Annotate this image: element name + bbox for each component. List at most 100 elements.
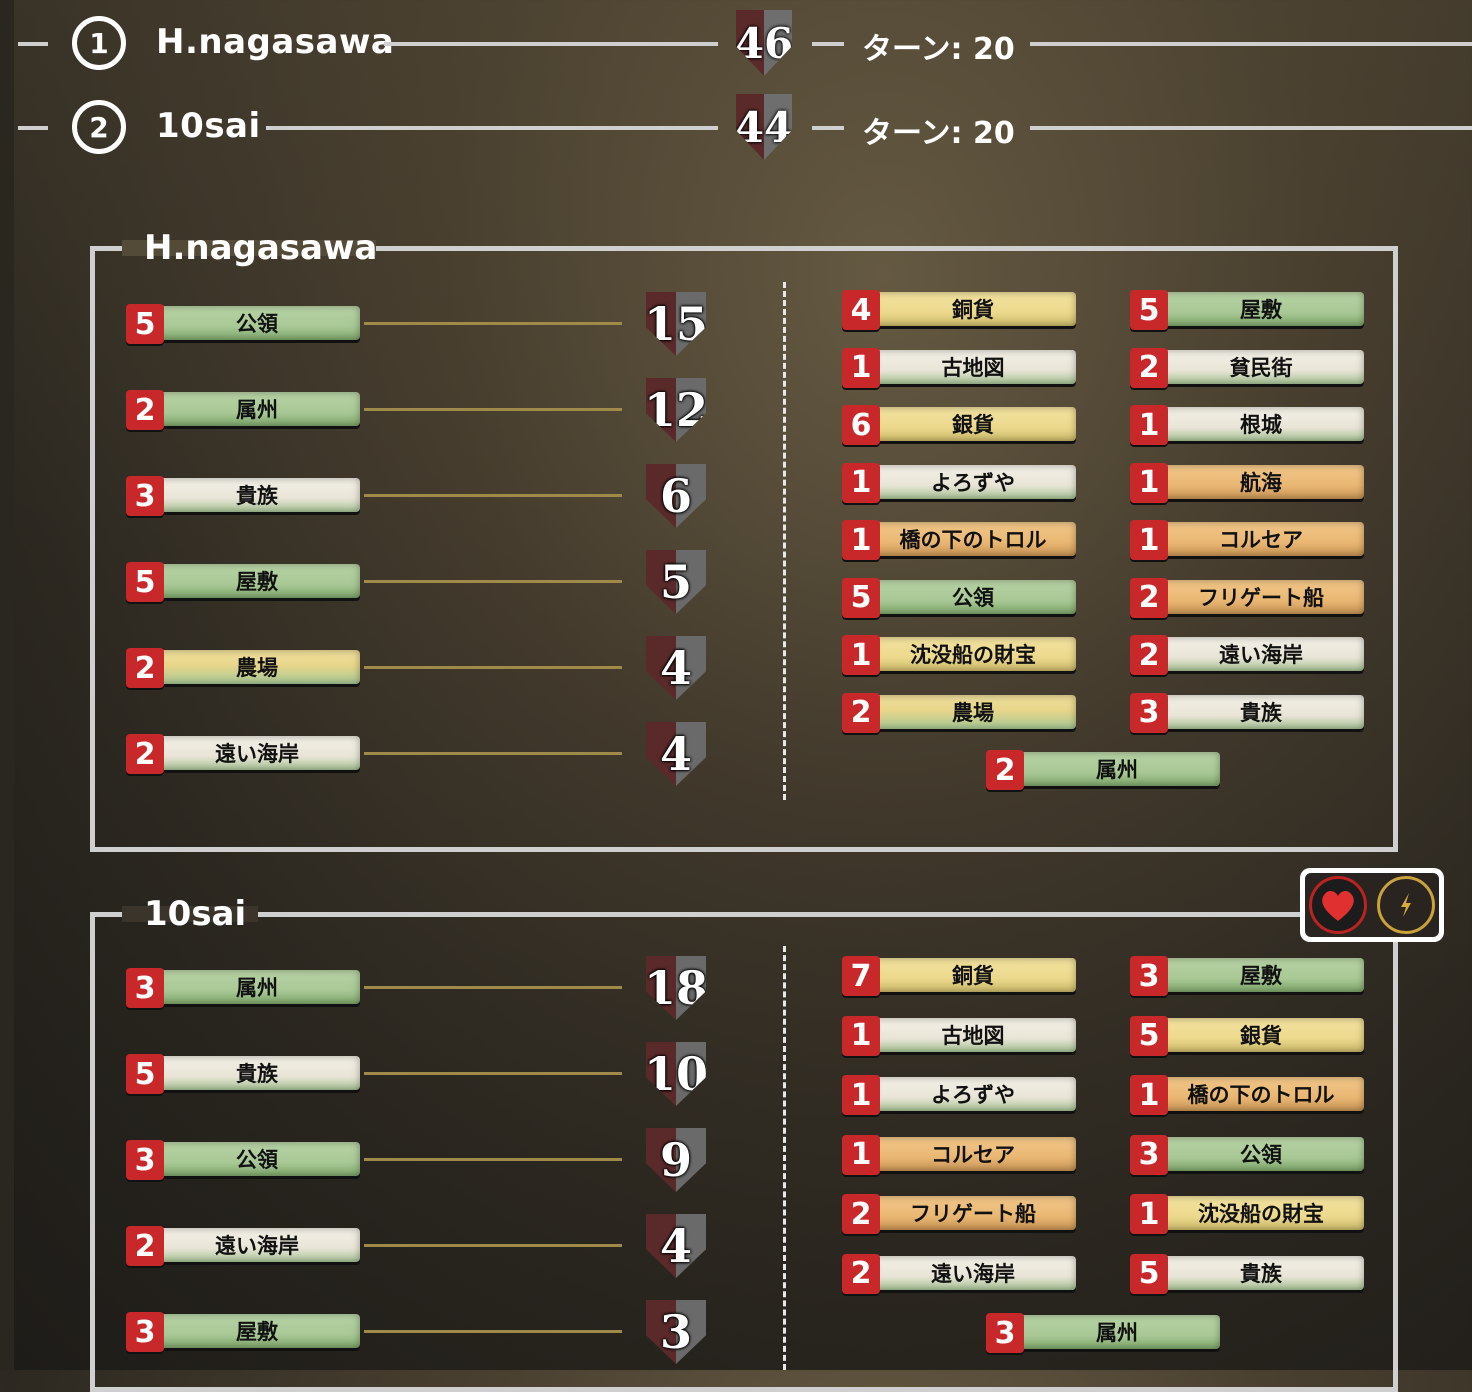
card-stack[interactable]: コルセア 1: [842, 1134, 1078, 1175]
card-name: 属州: [1014, 752, 1220, 786]
panel-title: H.nagasawa: [144, 228, 378, 268]
turn-count: ターン: 20: [862, 116, 1015, 151]
leader-line: [364, 408, 622, 411]
card-name: 古地図: [870, 349, 1076, 384]
card-name: 貴族: [154, 1056, 360, 1090]
card-stack[interactable]: フリゲート船 2: [842, 1194, 1078, 1234]
card-count: 1: [842, 1015, 880, 1056]
card-count: 1: [1130, 520, 1168, 560]
card-name: 貧民街: [1158, 349, 1364, 384]
card-stack[interactable]: 屋敷 5: [126, 562, 362, 602]
turn-count: ターン: 20: [862, 32, 1015, 67]
card-count: 2: [842, 1253, 880, 1294]
card-count: 2: [126, 1226, 164, 1266]
card-count: 4: [842, 290, 880, 330]
card-stack[interactable]: 貴族 5: [126, 1054, 362, 1094]
card-stack[interactable]: 貴族 5: [1130, 1253, 1366, 1294]
card-name: 古地図: [870, 1017, 1076, 1052]
divider: [18, 126, 48, 130]
card-count: 1: [842, 1134, 880, 1175]
total-score-shield: 44: [736, 94, 792, 160]
card-name: 属州: [154, 392, 360, 426]
card-stack[interactable]: 公領 5: [842, 577, 1078, 618]
card-count: 2: [126, 734, 164, 774]
card-stack[interactable]: 公領 5: [126, 304, 362, 344]
card-stack[interactable]: 貴族 3: [1130, 692, 1366, 733]
card-stack[interactable]: 銀貨 5: [1130, 1015, 1366, 1056]
card-count: 2: [1130, 577, 1168, 618]
card-name: 橋の下のトロル: [1158, 1077, 1364, 1111]
divider: [812, 42, 844, 46]
rank-badge: 1: [72, 16, 126, 70]
card-stack[interactable]: フリゲート船 2: [1130, 577, 1366, 618]
card-count: 5: [842, 577, 880, 618]
card-stack[interactable]: 属州 2: [126, 390, 362, 430]
card-stack[interactable]: 橋の下のトロル 1: [842, 520, 1078, 560]
column-divider: [783, 282, 786, 800]
card-stack[interactable]: 公領 3: [1130, 1134, 1366, 1175]
lightning-icon[interactable]: [1377, 876, 1435, 934]
card-count: 2: [842, 692, 880, 733]
card-count: 2: [126, 390, 164, 430]
card-stack[interactable]: 古地図 1: [842, 347, 1078, 388]
card-stack[interactable]: 農場 2: [842, 692, 1078, 733]
card-count: 6: [842, 405, 880, 445]
card-name: 屋敷: [154, 564, 360, 598]
card-name: 沈没船の財宝: [870, 637, 1076, 671]
card-stack[interactable]: 遠い海岸 2: [126, 1226, 362, 1266]
card-name: 遠い海岸: [154, 736, 360, 770]
heart-icon[interactable]: [1309, 876, 1367, 934]
card-stack[interactable]: 航海 1: [1130, 462, 1366, 503]
card-name: 公領: [154, 306, 360, 340]
card-count: 5: [126, 1054, 164, 1094]
card-stack[interactable]: よろずや 1: [842, 462, 1078, 503]
card-name: 橋の下のトロル: [870, 522, 1076, 556]
card-name: フリゲート船: [1158, 579, 1364, 614]
card-stack[interactable]: 属州 3: [986, 1313, 1222, 1353]
card-name: 屋敷: [1158, 958, 1364, 992]
card-stack[interactable]: 屋敷 3: [1130, 956, 1366, 996]
card-stack[interactable]: 銅貨 4: [842, 290, 1078, 330]
card-stack[interactable]: 沈没船の財宝 1: [842, 635, 1078, 675]
card-stack[interactable]: 銅貨 7: [842, 956, 1078, 996]
card-stack[interactable]: 沈没船の財宝 1: [1130, 1194, 1366, 1234]
card-name: 農場: [154, 650, 360, 684]
player-name: 10sai: [156, 106, 261, 146]
card-stack[interactable]: 属州 2: [986, 750, 1222, 790]
card-name: 公領: [870, 579, 1076, 614]
divider: [1030, 126, 1472, 130]
card-name: 航海: [1158, 464, 1364, 499]
card-count: 3: [1130, 956, 1168, 996]
card-stack[interactable]: コルセア 1: [1130, 520, 1366, 560]
card-name: 遠い海岸: [1158, 637, 1364, 671]
card-count: 3: [986, 1313, 1024, 1353]
card-count: 1: [1130, 1075, 1168, 1115]
card-name: 銀貨: [870, 407, 1076, 441]
card-stack[interactable]: 根城 1: [1130, 405, 1366, 445]
card-count: 3: [126, 476, 164, 516]
card-stack[interactable]: 遠い海岸 2: [1130, 635, 1366, 675]
card-stack[interactable]: 遠い海岸 2: [842, 1253, 1078, 1294]
card-stack[interactable]: 橋の下のトロル 1: [1130, 1075, 1366, 1115]
card-stack[interactable]: 属州 3: [126, 968, 362, 1008]
leader-line: [364, 666, 622, 669]
card-stack[interactable]: 公領 3: [126, 1140, 362, 1180]
card-stack[interactable]: よろずや 1: [842, 1075, 1078, 1115]
card-stack[interactable]: 屋敷 5: [1130, 290, 1366, 330]
card-stack[interactable]: 遠い海岸 2: [126, 734, 362, 774]
leader-line: [364, 322, 622, 325]
card-count: 2: [986, 750, 1024, 790]
card-stack[interactable]: 農場 2: [126, 648, 362, 688]
card-stack[interactable]: 古地図 1: [842, 1015, 1078, 1056]
card-stack[interactable]: 貴族 3: [126, 476, 362, 516]
action-icons: [1300, 868, 1444, 942]
card-stack[interactable]: 屋敷 3: [126, 1312, 362, 1352]
leader-line: [364, 1244, 622, 1247]
divider: [18, 42, 48, 46]
card-name: 公領: [1158, 1136, 1364, 1171]
card-stack[interactable]: 銀貨 6: [842, 405, 1078, 445]
card-stack[interactable]: 貧民街 2: [1130, 347, 1366, 388]
card-name: 遠い海岸: [154, 1228, 360, 1262]
card-name: 遠い海岸: [870, 1255, 1076, 1290]
card-count: 1: [842, 635, 880, 675]
